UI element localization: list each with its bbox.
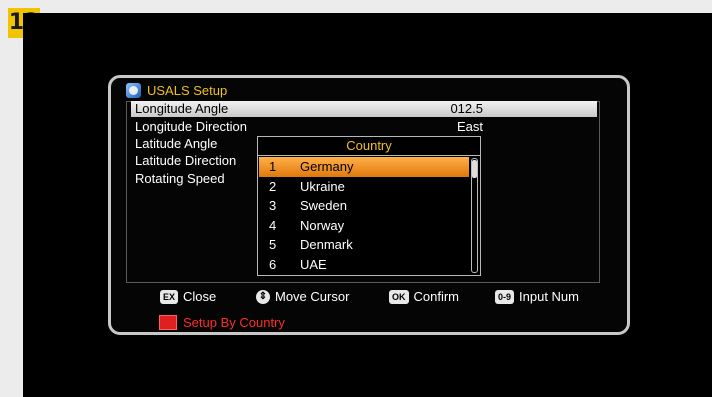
country-item[interactable]: 1 Germany <box>259 157 469 177</box>
country-popup: Country 1 Germany 2 Ukraine 3 Sweden 4 N… <box>257 136 481 276</box>
move-cursor-label: Move Cursor <box>275 289 350 304</box>
key-legend: EX Close ⇕ Move Cursor OK Confirm 0-9 In… <box>0 289 712 307</box>
country-name: Germany <box>300 159 354 174</box>
country-item[interactable]: 2 Ukraine <box>259 177 469 197</box>
confirm-hint[interactable]: OK Confirm <box>389 289 459 304</box>
country-item[interactable]: 4 Norway <box>259 216 469 236</box>
country-item[interactable]: 6 UAE <box>259 255 469 275</box>
setting-label: Rotating Speed <box>135 171 225 186</box>
setting-row-longitude-direction[interactable]: Longitude Direction East <box>131 119 597 135</box>
country-number: 4 <box>269 218 277 233</box>
close-label: Close <box>183 289 217 304</box>
setting-label: Latitude Direction <box>135 153 237 168</box>
setting-label: Longitude Angle <box>135 101 229 116</box>
red-key-icon <box>159 315 177 330</box>
country-number: 3 <box>269 198 277 213</box>
number-keys-icon: 0-9 <box>495 289 515 304</box>
setup-by-country-button[interactable]: Setup By Country <box>159 315 285 330</box>
input-num-hint: 0-9 Input Num <box>495 289 579 304</box>
country-name: Ukraine <box>300 179 345 194</box>
country-number: 6 <box>269 257 277 272</box>
country-item[interactable]: 5 Denmark <box>259 235 469 255</box>
arrow-updown-icon: ⇕ <box>256 289 270 304</box>
country-number: 1 <box>269 159 277 174</box>
setting-row-longitude-angle[interactable]: Longitude Angle 012.5 <box>131 101 597 117</box>
input-num-label: Input Num <box>519 289 579 304</box>
close-hint[interactable]: EX Close <box>160 289 216 304</box>
country-number: 2 <box>269 179 277 194</box>
popup-scrollbar[interactable] <box>471 158 478 273</box>
popup-title: Country <box>258 137 480 156</box>
country-number: 5 <box>269 237 277 252</box>
country-name: Norway <box>300 218 345 233</box>
setup-by-country-label: Setup By Country <box>183 315 285 330</box>
country-name: Sweden <box>300 198 347 213</box>
setting-label: Latitude Angle <box>135 136 218 151</box>
satellite-icon <box>126 82 141 98</box>
panel-title: USALS Setup <box>147 82 228 98</box>
setting-label: Longitude Direction <box>135 119 248 134</box>
confirm-label: Confirm <box>413 289 460 304</box>
exit-key-icon: EX <box>160 289 179 304</box>
country-item[interactable]: 3 Sweden <box>259 196 469 216</box>
setting-value: 012.5 <box>450 101 483 116</box>
ok-key-icon: OK <box>389 289 409 304</box>
scrollbar-thumb[interactable] <box>472 160 477 178</box>
move-cursor-hint: ⇕ Move Cursor <box>256 289 349 304</box>
country-name: Denmark <box>300 237 353 252</box>
panel-title-row: USALS Setup <box>126 81 227 99</box>
setting-value: East <box>456 119 483 134</box>
country-name: UAE <box>300 257 327 272</box>
